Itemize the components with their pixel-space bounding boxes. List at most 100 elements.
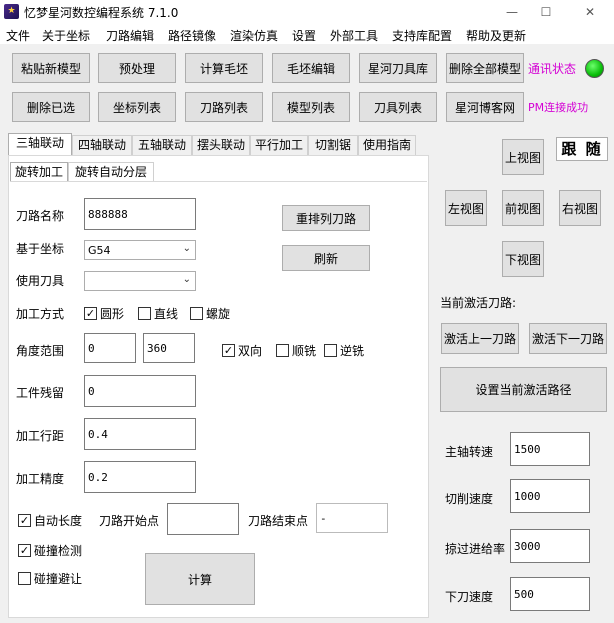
delete-selected-button[interactable]: 删除已选 bbox=[12, 92, 90, 122]
cut-speed-input[interactable]: 1000 bbox=[510, 479, 590, 513]
traverse-feed-label: 掠过进给率 bbox=[445, 542, 506, 556]
angle-range-label: 角度范围 bbox=[16, 344, 65, 358]
paste-model-button[interactable]: 粘贴新模型 bbox=[12, 53, 90, 83]
path-list-button[interactable]: 刀路列表 bbox=[185, 92, 263, 122]
residual-label: 工件残留 bbox=[16, 386, 65, 400]
menu-path-mirror[interactable]: 路径镜像 bbox=[168, 27, 216, 44]
activate-prev-path-button[interactable]: 激活上一刀路 bbox=[441, 323, 519, 354]
checkbox-icon: ✓ bbox=[18, 544, 31, 557]
top-view-button[interactable]: 上视图 bbox=[502, 139, 544, 175]
close-icon[interactable]: ✕ bbox=[576, 2, 604, 22]
checkbox-icon bbox=[276, 344, 289, 357]
model-list-button[interactable]: 模型列表 bbox=[272, 92, 350, 122]
end-point-label: 刀路结束点 bbox=[248, 514, 309, 528]
menu-path-edit[interactable]: 刀路编辑 bbox=[106, 27, 154, 44]
tab-guide[interactable]: 使用指南 bbox=[358, 135, 416, 155]
checkbox-icon: ✓ bbox=[222, 344, 235, 357]
checkbox-icon bbox=[138, 307, 151, 320]
auto-length-checkbox[interactable]: ✓ 自动长度 bbox=[18, 512, 82, 529]
follow-logo[interactable]: 跟 随 bbox=[556, 137, 608, 161]
tab-five-axis[interactable]: 五轴联动 bbox=[132, 135, 192, 155]
precision-label: 加工精度 bbox=[16, 472, 65, 486]
step-input[interactable]: 0.4 bbox=[84, 418, 196, 450]
collision-detect-checkbox[interactable]: ✓ 碰撞检测 bbox=[18, 542, 82, 559]
method-circle-checkbox[interactable]: ✓ 圆形 bbox=[84, 305, 124, 322]
end-point-input[interactable]: - bbox=[316, 503, 388, 533]
app-logo-icon: ★ bbox=[4, 4, 19, 19]
climb-mill-checkbox[interactable]: 顺铣 bbox=[276, 342, 316, 359]
comm-status-label: 通讯状态 bbox=[528, 62, 577, 76]
menu-coordinate[interactable]: 关于坐标 bbox=[42, 27, 90, 44]
conventional-mill-checkbox[interactable]: 逆铣 bbox=[324, 342, 364, 359]
plunge-speed-label: 下刀速度 bbox=[445, 590, 494, 604]
tab-saw[interactable]: 切割锯 bbox=[308, 135, 358, 155]
blank-edit-button[interactable]: 毛坯编辑 bbox=[272, 53, 350, 83]
start-point-input[interactable] bbox=[167, 503, 239, 535]
menu-render-sim[interactable]: 渲染仿真 bbox=[230, 27, 278, 44]
tool-library-button[interactable]: 星河刀具库 bbox=[359, 53, 437, 83]
coord-label: 基于坐标 bbox=[16, 242, 65, 256]
checkbox-icon: ✓ bbox=[84, 307, 97, 320]
menu-library-config[interactable]: 支持库配置 bbox=[392, 27, 452, 44]
minimize-icon[interactable]: — bbox=[498, 2, 526, 22]
angle-to-input[interactable]: 360 bbox=[143, 333, 195, 363]
spindle-speed-label: 主轴转速 bbox=[445, 445, 494, 459]
plunge-speed-input[interactable]: 500 bbox=[510, 577, 590, 611]
delete-all-models-button[interactable]: 删除全部模型 bbox=[446, 53, 524, 83]
traverse-feed-input[interactable]: 3000 bbox=[510, 529, 590, 563]
preprocess-button[interactable]: 预处理 bbox=[98, 53, 176, 83]
comm-status-led bbox=[585, 59, 604, 78]
checkbox-icon bbox=[190, 307, 203, 320]
refresh-button[interactable]: 刷新 bbox=[282, 245, 370, 271]
menu-external-tools[interactable]: 外部工具 bbox=[330, 27, 378, 44]
chevron-down-icon: ⌄ bbox=[182, 274, 191, 285]
method-label: 加工方式 bbox=[16, 307, 65, 321]
blog-button[interactable]: 星河博客网 bbox=[446, 92, 524, 122]
tab-four-axis[interactable]: 四轴联动 bbox=[72, 135, 132, 155]
tab-three-axis[interactable]: 三轴联动 bbox=[8, 133, 72, 156]
activate-next-path-button[interactable]: 激活下一刀路 bbox=[529, 323, 607, 354]
tab-swing-head[interactable]: 摆头联动 bbox=[192, 135, 250, 155]
subtab-rotary-layer[interactable]: 旋转自动分层 bbox=[68, 162, 154, 182]
path-name-input[interactable]: 888888 bbox=[84, 198, 196, 230]
checkbox-icon bbox=[18, 572, 31, 585]
start-point-label: 刀路开始点 bbox=[99, 514, 160, 528]
collision-avoid-checkbox[interactable]: 碰撞避让 bbox=[18, 570, 82, 587]
checkbox-icon bbox=[324, 344, 337, 357]
tool-list-button[interactable]: 刀具列表 bbox=[359, 92, 437, 122]
tab-parallel[interactable]: 平行加工 bbox=[250, 135, 308, 155]
chevron-down-icon: ⌄ bbox=[182, 243, 191, 254]
cut-speed-label: 切削速度 bbox=[445, 492, 494, 506]
coord-list-button[interactable]: 坐标列表 bbox=[98, 92, 176, 122]
set-active-path-button[interactable]: 设置当前激活路径 bbox=[440, 367, 607, 412]
checkbox-icon: ✓ bbox=[18, 514, 31, 527]
tool-select[interactable]: ⌄ bbox=[84, 271, 196, 291]
reorder-paths-button[interactable]: 重排列刀路 bbox=[282, 205, 370, 231]
menu-file[interactable]: 文件 bbox=[6, 27, 30, 44]
step-label: 加工行距 bbox=[16, 429, 65, 443]
active-path-label: 当前激活刀路: bbox=[440, 296, 517, 310]
maximize-icon[interactable]: ☐ bbox=[532, 2, 560, 22]
method-spiral-checkbox[interactable]: 螺旋 bbox=[190, 305, 230, 322]
precision-input[interactable]: 0.2 bbox=[84, 461, 196, 493]
calculate-button[interactable]: 计算 bbox=[145, 553, 255, 605]
window-title: 忆梦星河数控编程系统 7.1.0 bbox=[24, 6, 179, 20]
pm-status-label: PM连接成功 bbox=[528, 101, 589, 114]
menu-settings[interactable]: 设置 bbox=[292, 27, 316, 44]
front-view-button[interactable]: 前视图 bbox=[502, 190, 544, 226]
path-name-label: 刀路名称 bbox=[16, 209, 65, 223]
menu-help-update[interactable]: 帮助及更新 bbox=[466, 27, 526, 44]
subtab-rotary[interactable]: 旋转加工 bbox=[10, 162, 68, 182]
left-view-button[interactable]: 左视图 bbox=[445, 190, 487, 226]
coord-select-value: G54 bbox=[88, 243, 111, 257]
calc-blank-button[interactable]: 计算毛坯 bbox=[185, 53, 263, 83]
angle-from-input[interactable]: 0 bbox=[84, 333, 136, 363]
bidirectional-checkbox[interactable]: ✓ 双向 bbox=[222, 342, 262, 359]
bottom-view-button[interactable]: 下视图 bbox=[502, 241, 544, 277]
coord-select[interactable]: G54 ⌄ bbox=[84, 240, 196, 260]
tool-label: 使用刀具 bbox=[16, 274, 65, 288]
method-line-checkbox[interactable]: 直线 bbox=[138, 305, 178, 322]
residual-input[interactable]: 0 bbox=[84, 375, 196, 407]
spindle-speed-input[interactable]: 1500 bbox=[510, 432, 590, 466]
right-view-button[interactable]: 右视图 bbox=[559, 190, 601, 226]
